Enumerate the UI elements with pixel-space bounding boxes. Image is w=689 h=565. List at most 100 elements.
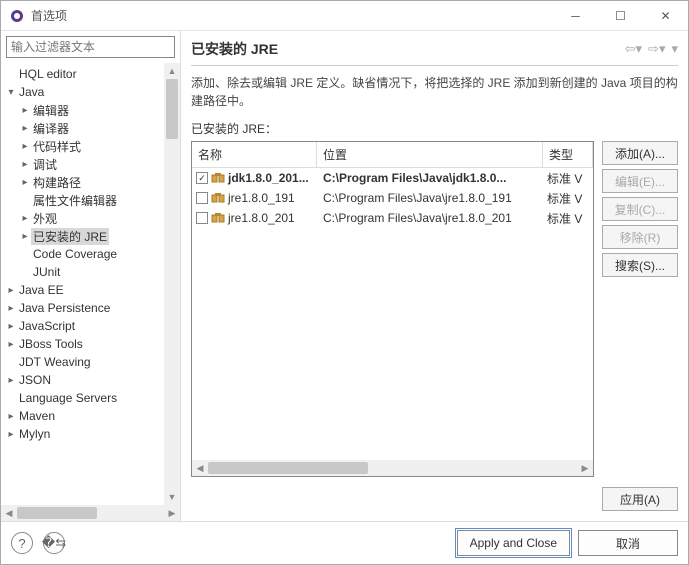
tree-item[interactable]: ▸构建路径 — [1, 173, 180, 191]
col-type[interactable]: 类型 — [543, 142, 593, 167]
expand-icon[interactable]: ▸ — [19, 123, 31, 134]
help-icon[interactable]: ? — [11, 532, 33, 554]
edit-button[interactable]: 编辑(E)... — [602, 169, 678, 193]
apply-and-close-button[interactable]: Apply and Close — [457, 530, 570, 556]
tree-item-label: JBoss Tools — [17, 337, 85, 351]
tree-item[interactable]: ▸编译器 — [1, 119, 180, 137]
scroll-right-icon[interactable]: ▶ — [577, 463, 593, 474]
tree-item-label: Java Persistence — [17, 301, 112, 315]
tree-item-label: 编译器 — [31, 120, 71, 137]
expand-icon[interactable]: ▸ — [5, 303, 17, 314]
row-name: jre1.8.0_201 — [228, 211, 295, 225]
close-button[interactable]: ✕ — [643, 1, 688, 30]
scroll-thumb[interactable] — [166, 79, 178, 139]
row-type: 标准 V — [543, 210, 593, 227]
tree-item[interactable]: ▸Maven — [1, 407, 180, 425]
tree-item[interactable]: Language Servers — [1, 389, 180, 407]
tree-item[interactable]: ▸Java Persistence — [1, 299, 180, 317]
expand-icon[interactable]: ▸ — [5, 429, 17, 440]
table-horizontal-scrollbar[interactable]: ◀ ▶ — [192, 460, 593, 476]
tree-item[interactable]: ▸已安装的 JRE — [1, 227, 180, 245]
col-name[interactable]: 名称 — [192, 142, 317, 167]
filter-input[interactable] — [7, 37, 174, 57]
scroll-down-icon[interactable]: ▼ — [168, 489, 177, 505]
tree-item[interactable]: Code Coverage — [1, 245, 180, 263]
expand-icon[interactable]: ▸ — [19, 213, 31, 224]
tree-vertical-scrollbar[interactable]: ▲ ▼ — [164, 63, 180, 505]
nav-forward-icon[interactable]: ⇨▾ — [648, 41, 665, 57]
tree-item[interactable]: ▸JavaScript — [1, 317, 180, 335]
expand-icon[interactable]: ▸ — [5, 321, 17, 332]
scroll-up-icon[interactable]: ▲ — [168, 63, 177, 79]
preferences-tree[interactable]: HQL editor▾Java▸编辑器▸编译器▸代码样式▸调试▸构建路径属性文件… — [1, 63, 180, 505]
row-name: jdk1.8.0_201... — [228, 171, 309, 185]
tree-item[interactable]: 属性文件编辑器 — [1, 191, 180, 209]
expand-icon[interactable]: ▸ — [5, 411, 17, 422]
expand-icon[interactable]: ▸ — [19, 141, 31, 152]
tree-item-label: Code Coverage — [31, 247, 119, 261]
minimize-button[interactable]: ─ — [553, 1, 598, 30]
remove-button[interactable]: 移除(R) — [602, 225, 678, 249]
page-nav: ⇦▾ ⇨▾ ▾ — [625, 41, 678, 57]
tree-item-label: 外观 — [31, 210, 59, 227]
jre-icon — [211, 192, 225, 204]
row-type: 标准 V — [543, 170, 593, 187]
table-row[interactable]: ✓ jdk1.8.0_201... C:\Program Files\Java\jd… — [192, 168, 593, 188]
row-checkbox[interactable] — [196, 212, 208, 224]
tree-item-label: 已安装的 JRE — [31, 228, 109, 245]
expand-icon[interactable]: ▸ — [5, 285, 17, 296]
tree-item[interactable]: ▸代码样式 — [1, 137, 180, 155]
tree-item[interactable]: ▸JBoss Tools — [1, 335, 180, 353]
scroll-left-icon[interactable]: ◀ — [1, 508, 17, 519]
window-title: 首选项 — [31, 7, 553, 24]
row-checkbox[interactable]: ✓ — [196, 172, 208, 184]
apply-button[interactable]: 应用(A) — [602, 487, 678, 511]
scroll-right-icon[interactable]: ▶ — [164, 508, 180, 519]
maximize-button[interactable]: ☐ — [598, 1, 643, 30]
expand-icon[interactable]: ▸ — [19, 105, 31, 116]
scroll-thumb-h[interactable] — [208, 462, 368, 474]
search-button[interactable]: 搜索(S)... — [602, 253, 678, 277]
tree-item[interactable]: JUnit — [1, 263, 180, 281]
expand-icon[interactable]: ▸ — [19, 159, 31, 170]
tree-item-label: 构建路径 — [31, 174, 83, 191]
jre-table: 名称 位置 类型 ✓ jdk1.8.0_201... C:\Program File… — [191, 141, 594, 477]
help-icons: ? �⇆ — [11, 532, 65, 554]
app-icon — [9, 8, 25, 24]
titlebar: 首选项 ─ ☐ ✕ — [1, 1, 688, 31]
nav-back-icon[interactable]: ⇦▾ — [625, 41, 642, 57]
row-type: 标准 V — [543, 190, 593, 207]
copy-button[interactable]: 复制(C)... — [602, 197, 678, 221]
expand-icon[interactable]: ▸ — [5, 339, 17, 350]
table-body[interactable]: ✓ jdk1.8.0_201... C:\Program Files\Java\jd… — [192, 168, 593, 460]
tree-item[interactable]: ▸调试 — [1, 155, 180, 173]
tree-item[interactable]: ▸JSON — [1, 371, 180, 389]
tree-item-label: Mylyn — [17, 427, 52, 441]
table-row[interactable]: jre1.8.0_201C:\Program Files\Java\jre1.8… — [192, 208, 593, 228]
cancel-button[interactable]: 取消 — [578, 530, 678, 556]
tree-item[interactable]: JDT Weaving — [1, 353, 180, 371]
row-location: C:\Program Files\Java\jdk1.8.0... — [317, 171, 543, 185]
tree-item[interactable]: ▾Java — [1, 83, 180, 101]
table-row[interactable]: jre1.8.0_191C:\Program Files\Java\jre1.8… — [192, 188, 593, 208]
expand-icon[interactable]: ▸ — [19, 231, 31, 242]
jre-icon — [211, 172, 225, 184]
tree-horizontal-scrollbar[interactable]: ◀ ▶ — [1, 505, 180, 521]
scroll-thumb-h[interactable] — [17, 507, 97, 519]
col-location[interactable]: 位置 — [317, 142, 543, 167]
tree-item[interactable]: ▸外观 — [1, 209, 180, 227]
expand-icon[interactable]: ▾ — [5, 87, 17, 98]
tree-item[interactable]: ▸编辑器 — [1, 101, 180, 119]
apply-row: 应用(A) — [191, 477, 678, 521]
scroll-left-icon[interactable]: ◀ — [192, 463, 208, 474]
tree-item-label: 属性文件编辑器 — [31, 192, 119, 209]
import-export-icon[interactable]: �⇆ — [43, 532, 65, 554]
nav-menu-icon[interactable]: ▾ — [671, 41, 678, 57]
tree-item[interactable]: HQL editor — [1, 65, 180, 83]
expand-icon[interactable]: ▸ — [19, 177, 31, 188]
add-button[interactable]: 添加(A)... — [602, 141, 678, 165]
tree-item[interactable]: ▸Mylyn — [1, 425, 180, 443]
row-checkbox[interactable] — [196, 192, 208, 204]
expand-icon[interactable]: ▸ — [5, 375, 17, 386]
tree-item[interactable]: ▸Java EE — [1, 281, 180, 299]
